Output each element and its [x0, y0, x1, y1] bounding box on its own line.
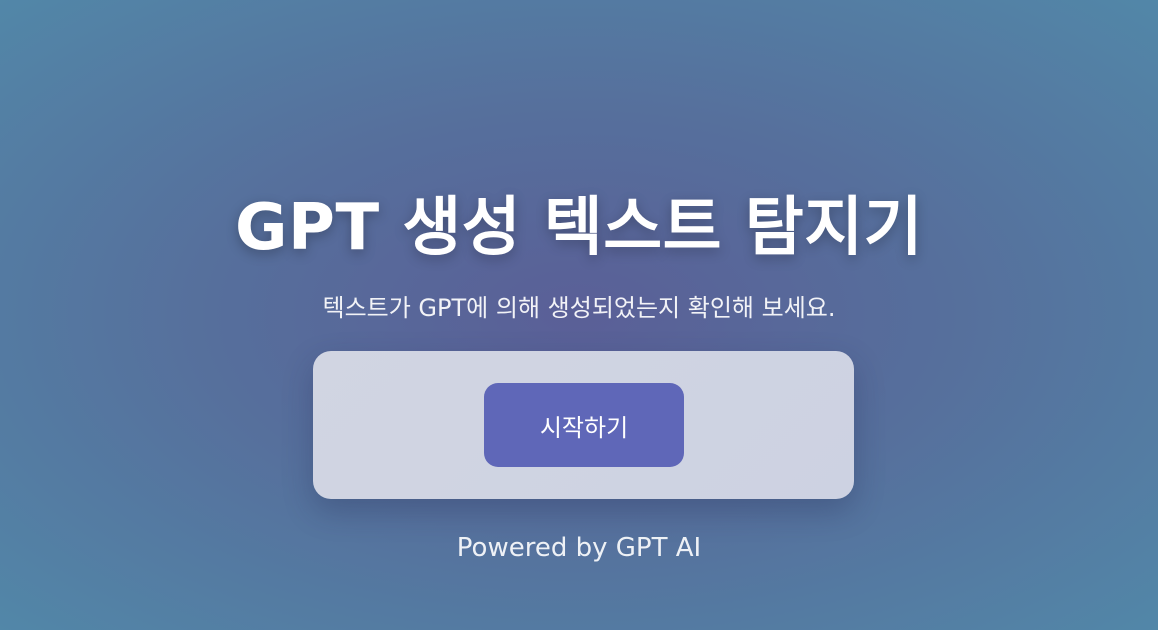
page-subtitle: 텍스트가 GPT에 의해 생성되었는지 확인해 보세요.: [322, 294, 836, 322]
page-title: GPT 생성 텍스트 탐지기: [235, 190, 923, 265]
powered-by-footer: Powered by GPT AI: [456, 533, 702, 563]
start-card: 시작하기: [313, 351, 854, 499]
start-button[interactable]: 시작하기: [484, 383, 684, 467]
landing-page: GPT 생성 텍스트 탐지기 텍스트가 GPT에 의해 생성되었는지 확인해 보…: [0, 0, 1158, 630]
